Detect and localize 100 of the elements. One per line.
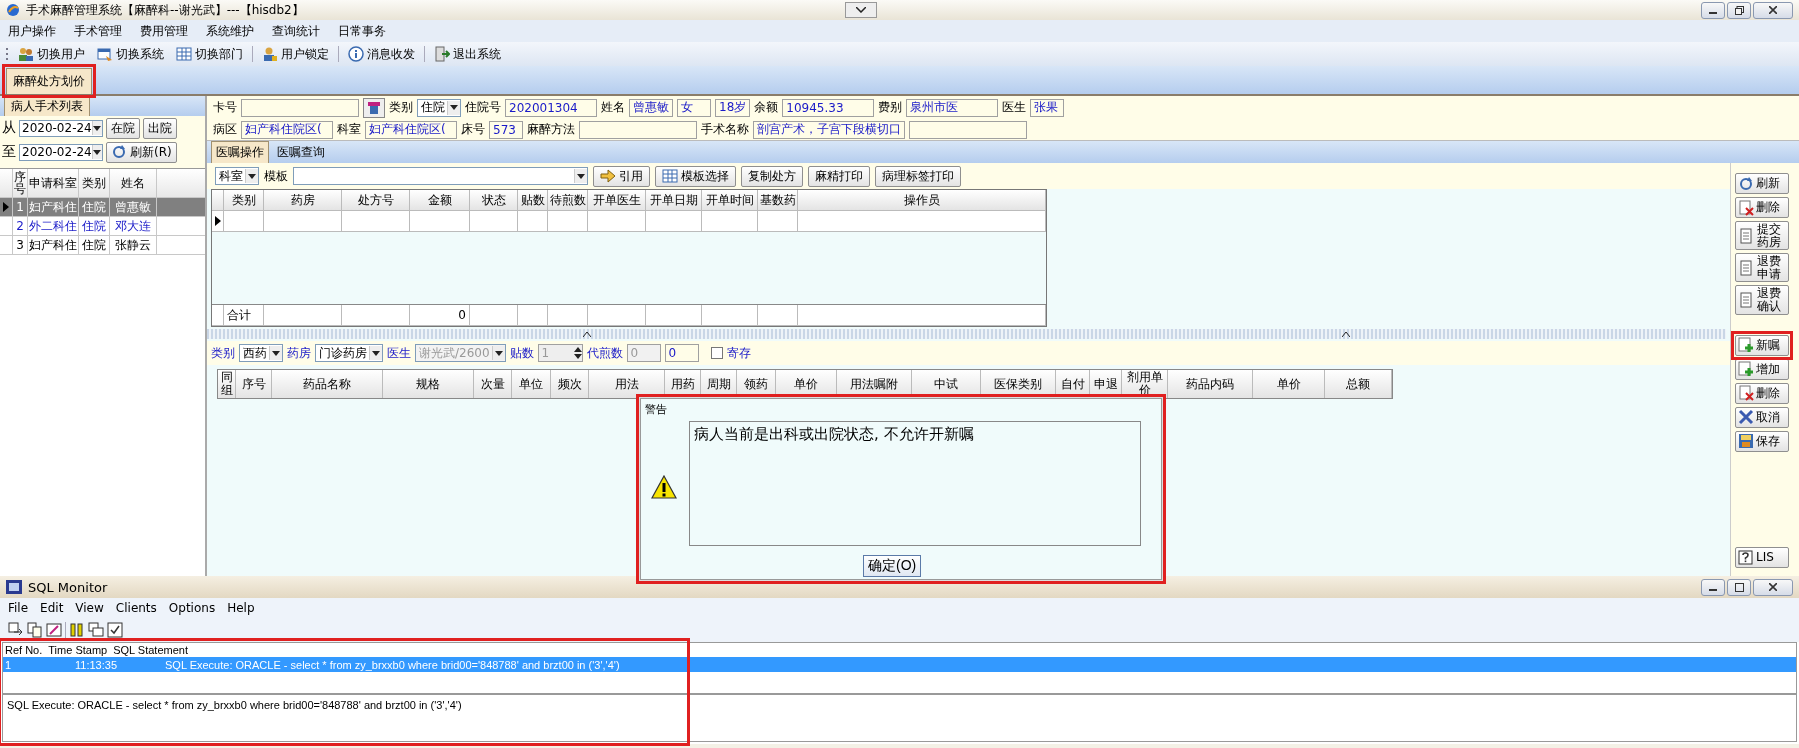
table-cell[interactable]: 住院: [79, 236, 110, 254]
side-button[interactable]: 保存: [1735, 430, 1789, 452]
pause-icon[interactable]: [69, 622, 85, 638]
input-field[interactable]: 剖宫产术，子宫下段横切口: [753, 120, 905, 139]
column-header[interactable]: Ref No.: [5, 644, 43, 656]
dropdown-arrow-icon[interactable]: [248, 173, 256, 179]
filter-button[interactable]: 在院: [106, 117, 140, 139]
column-header[interactable]: Time Stamp: [48, 644, 108, 656]
dropdown[interactable]: 科室: [215, 167, 259, 185]
close-button[interactable]: [1753, 1, 1793, 19]
order-tab[interactable]: 医嘱查询: [273, 142, 329, 163]
dropdown[interactable]: 住院: [417, 98, 461, 117]
side-button[interactable]: 新嘱: [1735, 334, 1789, 356]
dropdown-button[interactable]: [844, 2, 877, 18]
copy-icon[interactable]: [27, 622, 43, 638]
column-header[interactable]: 开单医生: [588, 190, 646, 210]
column-header[interactable]: 单价: [1253, 370, 1325, 398]
side-button[interactable]: 删除: [1735, 382, 1789, 404]
menu-item[interactable]: Clients: [115, 601, 157, 615]
column-header[interactable]: 总额: [1325, 370, 1392, 398]
side-button[interactable]: 刷新: [1735, 173, 1789, 194]
table-cell[interactable]: 住院: [79, 198, 110, 216]
column-header[interactable]: 申请科室: [28, 169, 79, 197]
toolbar-button[interactable]: 引用: [593, 165, 650, 187]
ok-button[interactable]: 确定(O): [863, 555, 922, 577]
table-cell[interactable]: 住院: [79, 217, 110, 235]
table-cell[interactable]: 妇产科住: [28, 236, 79, 254]
column-header[interactable]: 规格: [383, 370, 474, 398]
menu-item[interactable]: File: [8, 601, 29, 615]
column-header[interactable]: 单位: [512, 370, 551, 398]
minimize-button[interactable]: [1701, 1, 1725, 19]
dropdown[interactable]: 门诊药房: [315, 344, 383, 362]
toolbar-button[interactable]: 退出系统: [431, 44, 504, 64]
menu-item[interactable]: 查询统计: [272, 22, 320, 40]
column-header[interactable]: 同组: [218, 370, 236, 398]
input-field[interactable]: 18岁: [715, 98, 751, 117]
toolbar-button[interactable]: 消息收发: [345, 44, 418, 64]
column-header[interactable]: 开单日期: [646, 190, 702, 210]
input-field[interactable]: 泉州市医: [906, 98, 999, 117]
table-cell[interactable]: 张静云: [110, 236, 157, 254]
order-tab[interactable]: 医嘱操作: [211, 141, 269, 163]
column-header[interactable]: 待煎数: [548, 190, 588, 210]
menu-item[interactable]: 手术管理: [74, 22, 122, 40]
dropdown[interactable]: 西药: [239, 344, 283, 362]
column-header[interactable]: 类别: [224, 190, 264, 210]
column-header[interactable]: 姓名: [110, 169, 157, 197]
column-header[interactable]: 药品名称: [272, 370, 383, 398]
toolbar-button[interactable]: 用户锁定: [259, 44, 332, 64]
table-cell[interactable]: 曾惠敏: [110, 198, 157, 216]
side-button[interactable]: 增加: [1735, 358, 1789, 380]
date-field[interactable]: 2020-02-24: [19, 119, 103, 137]
date-field[interactable]: 2020-02-24: [19, 143, 103, 161]
edit-icon[interactable]: [46, 622, 62, 638]
input-field[interactable]: [241, 98, 359, 117]
input-field[interactable]: 10945.33: [782, 98, 875, 117]
maximize-button[interactable]: [1727, 578, 1751, 596]
menu-item[interactable]: Help: [227, 601, 255, 615]
column-header[interactable]: 序号: [236, 370, 272, 398]
dropdown-arrow-icon[interactable]: [272, 350, 280, 356]
table-cell[interactable]: 邓大连: [110, 217, 157, 235]
menu-item[interactable]: 系统维护: [206, 22, 254, 40]
checkbox[interactable]: 寄存: [710, 344, 751, 362]
toolbar-button[interactable]: 切换部门: [173, 44, 246, 64]
column-header[interactable]: 频次: [551, 370, 589, 398]
side-button[interactable]: 退费确认: [1735, 285, 1789, 315]
input-field[interactable]: 573: [489, 120, 523, 139]
input-field[interactable]: [579, 120, 697, 139]
dropdown-arrow-icon[interactable]: [450, 105, 458, 110]
column-header[interactable]: 序号: [13, 169, 28, 197]
minimize-button[interactable]: [1701, 578, 1725, 596]
dropdown-arrow-icon[interactable]: [577, 173, 585, 179]
column-header[interactable]: 次量: [474, 370, 512, 398]
column-header[interactable]: 药品内码: [1168, 370, 1253, 398]
input-field[interactable]: 张果: [1030, 98, 1065, 117]
table-cell[interactable]: 1: [13, 198, 28, 216]
filter-button[interactable]: 出院: [143, 117, 177, 139]
export-icon[interactable]: [8, 622, 24, 638]
dropdown-arrow-icon[interactable]: [93, 149, 102, 155]
table-cell[interactable]: 3: [13, 236, 28, 254]
column-header[interactable]: 类别: [79, 169, 110, 197]
column-header[interactable]: 状态: [470, 190, 518, 210]
toolbar-button[interactable]: 切换系统: [94, 44, 167, 64]
input-field[interactable]: 女: [677, 98, 711, 117]
toolbar-button[interactable]: 模板选择: [655, 165, 736, 187]
side-button[interactable]: 删除: [1735, 197, 1789, 218]
column-header[interactable]: 金额: [410, 190, 470, 210]
dropdown-arrow-icon[interactable]: [93, 125, 102, 131]
side-button[interactable]: LIS: [1735, 547, 1789, 568]
input-field[interactable]: 妇产科住院区(: [365, 120, 457, 139]
menu-item[interactable]: 日常事务: [338, 22, 386, 40]
dropdown-arrow-icon[interactable]: [372, 350, 380, 356]
input-field[interactable]: 妇产科住院区(: [241, 120, 333, 139]
menu-item[interactable]: Options: [168, 601, 216, 615]
menu-item[interactable]: Edit: [40, 601, 64, 615]
refresh-button[interactable]: 刷新(R): [106, 141, 177, 163]
restore-button[interactable]: [1727, 1, 1751, 19]
card-reader-button[interactable]: [363, 97, 385, 118]
table-cell[interactable]: 2: [13, 217, 28, 235]
column-header[interactable]: 基数药: [758, 190, 798, 210]
input-field[interactable]: 202001304: [505, 98, 597, 117]
